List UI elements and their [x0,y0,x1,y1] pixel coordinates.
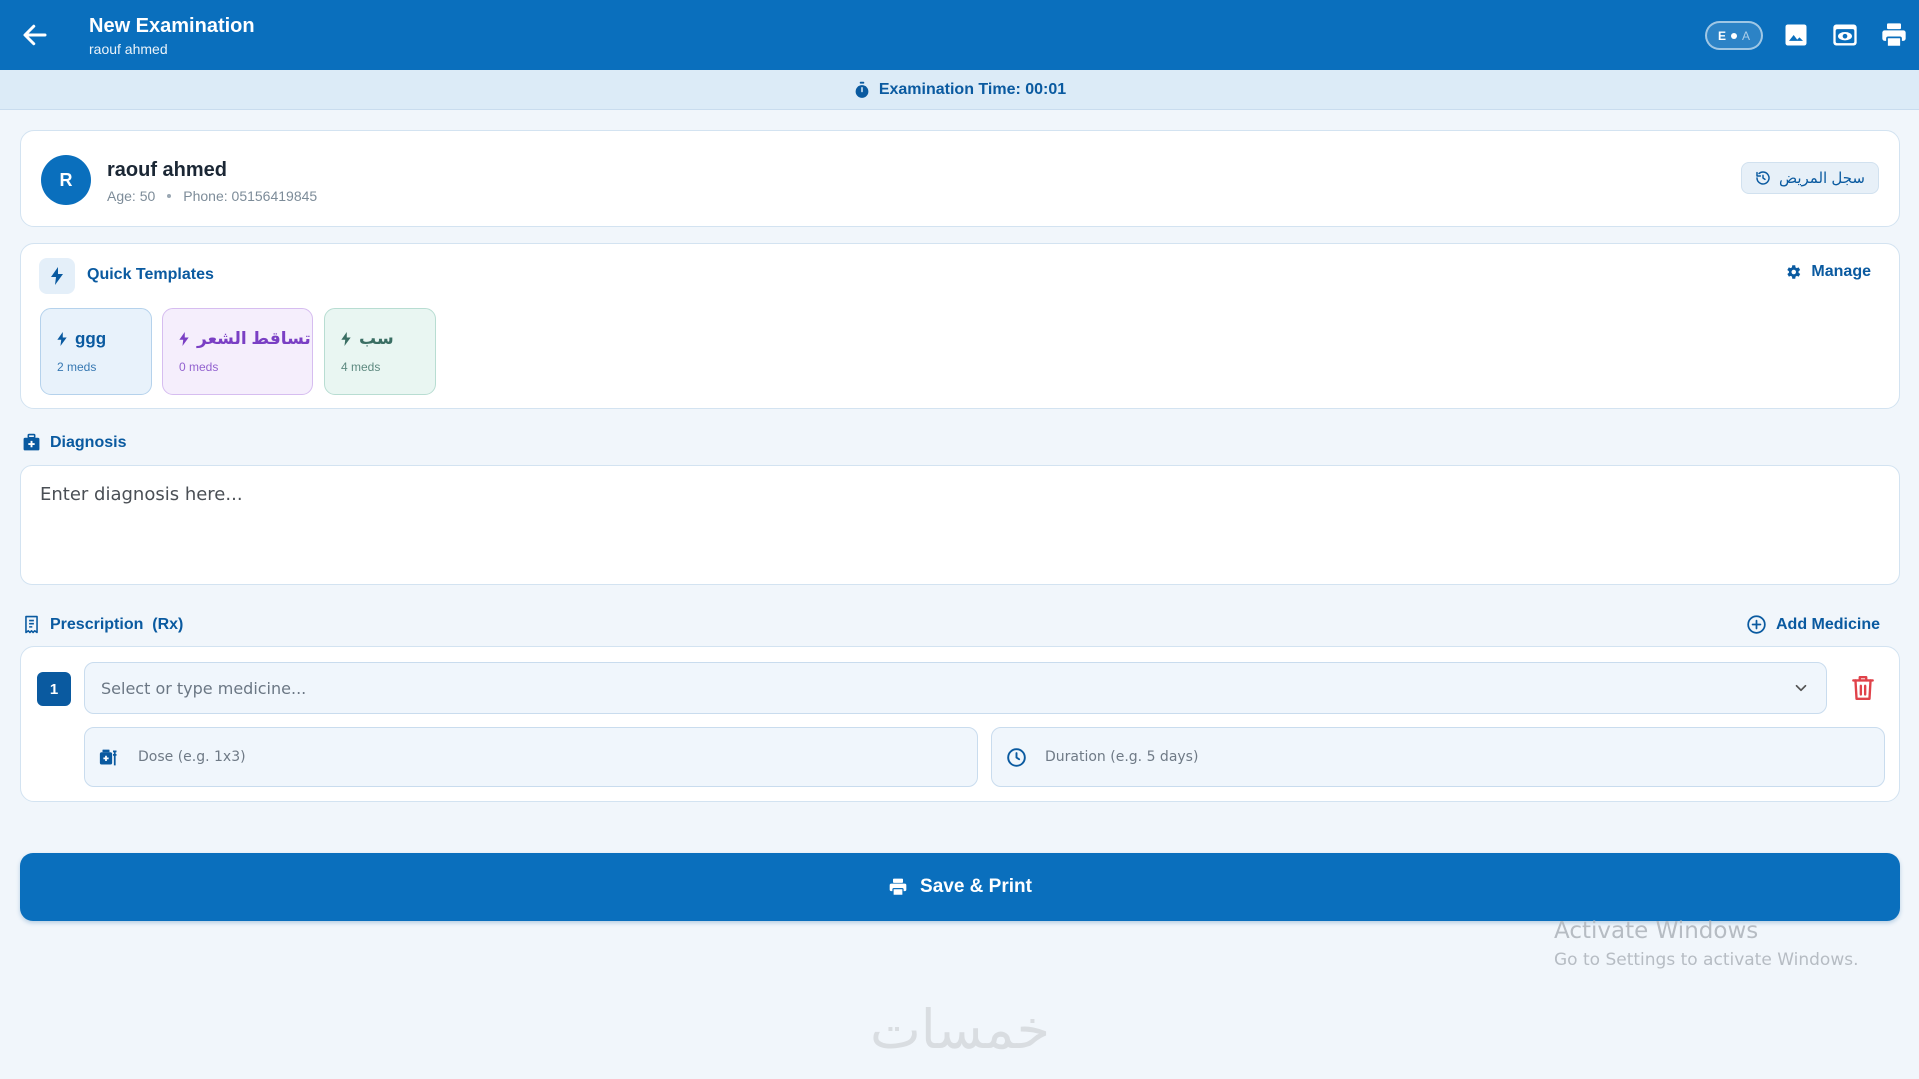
template-chip-header: تساقط الشعر [179,329,311,349]
patient-phone: Phone: 05156419845 [183,188,318,204]
patient-name: raouf ahmed [107,159,228,181]
template-chip-sab[interactable]: سب 4 meds [324,308,436,395]
clock-icon [1007,747,1026,767]
save-and-print-button[interactable]: Save & Print [20,853,1900,921]
dose-field[interactable] [84,727,978,787]
medical-kit-icon [23,433,40,451]
examination-time-text: Examination Time: 00:01 [878,80,1067,98]
chevron-down-icon[interactable] [1792,679,1810,697]
diagnosis-field [20,465,1900,585]
template-name: تساقط الشعر [197,329,311,348]
patient-history-label: سجل المريض [1778,170,1865,187]
history-icon [1756,171,1770,185]
khamsat-logo: خمسات [869,998,1051,1061]
medicine-select[interactable] [84,662,1827,714]
prescription-label: Prescription (Rx) [22,615,183,634]
template-chip-header: ggg [57,329,106,349]
patient-meta: Age: 50 Phone: 05156419845 [107,188,317,204]
add-medicine-label: Add Medicine [1775,615,1880,633]
back-arrow-icon[interactable] [20,20,50,50]
template-name: سب [359,329,394,348]
duration-input[interactable] [1045,749,1870,765]
lightning-icon [57,332,67,346]
stopwatch-icon [855,81,869,98]
template-chip-hair-loss[interactable]: تساقط الشعر 0 meds [162,308,313,395]
top-app-bar: New Examination raouf ahmed E A [0,0,1919,70]
duration-field[interactable] [991,727,1885,787]
print-icon [889,878,907,896]
template-chip-header: سب [341,329,394,349]
quick-templates-card: Quick Templates Manage ggg 2 meds تساقط … [20,243,1900,409]
prescription-title: Prescription (Rx) [50,615,184,633]
title-block: New Examination raouf ahmed [89,14,255,58]
language-active-label: E [1717,28,1726,43]
template-med-count: 0 meds [179,360,219,374]
add-medicine-button[interactable]: Add Medicine [1746,614,1880,635]
prescription-icon [25,615,38,634]
templates-header-badge [39,258,75,294]
page-title: New Examination [89,15,255,37]
manage-label: Manage [1811,263,1871,280]
template-med-count: 4 meds [341,360,381,374]
image-icon[interactable] [1782,21,1810,49]
diagnosis-label: Diagnosis [22,433,126,452]
lightning-icon [51,267,63,285]
prescription-row-card: 1 [20,646,1900,802]
diagnosis-title: Diagnosis [50,433,127,451]
gear-icon [1787,265,1801,279]
manage-templates-button[interactable]: Manage [1784,263,1871,281]
quick-templates-title: Quick Templates [87,266,214,283]
examination-timer-bar: Examination Time: 00:01 [0,70,1919,110]
plus-circle-icon [1747,615,1766,634]
avatar: R [41,155,91,205]
row-number-badge: 1 [37,672,71,706]
lightning-icon [179,332,189,346]
watermark-title: Activate Windows [1554,918,1759,944]
patient-history-button[interactable]: سجل المريض [1741,162,1879,194]
lightning-icon [341,332,351,346]
language-toggle[interactable]: E A [1705,21,1763,50]
meta-separator [167,194,172,198]
template-med-count: 2 meds [57,360,97,374]
medicine-input[interactable] [101,678,1792,698]
print-icon[interactable] [1880,21,1908,49]
patient-card: R raouf ahmed Age: 50 Phone: 05156419845… [20,130,1900,227]
page-subtitle: raouf ahmed [89,41,168,57]
template-name: ggg [75,329,107,348]
patient-age: Age: 50 [107,188,156,204]
diagnosis-input[interactable] [21,466,1899,584]
save-and-print-label: Save & Print [920,876,1032,897]
preview-icon[interactable] [1831,21,1859,49]
watermark-subtitle: Go to Settings to activate Windows. [1554,950,1859,970]
template-chip-ggg[interactable]: ggg 2 meds [40,308,152,395]
medicine-dose-icon [99,749,117,765]
windows-activation-watermark: Activate Windows Go to Settings to activ… [1554,918,1859,970]
language-inactive-label: A [1742,28,1751,43]
toggle-knob [1731,32,1737,39]
dose-input[interactable] [138,749,963,765]
delete-icon[interactable] [1850,674,1876,702]
